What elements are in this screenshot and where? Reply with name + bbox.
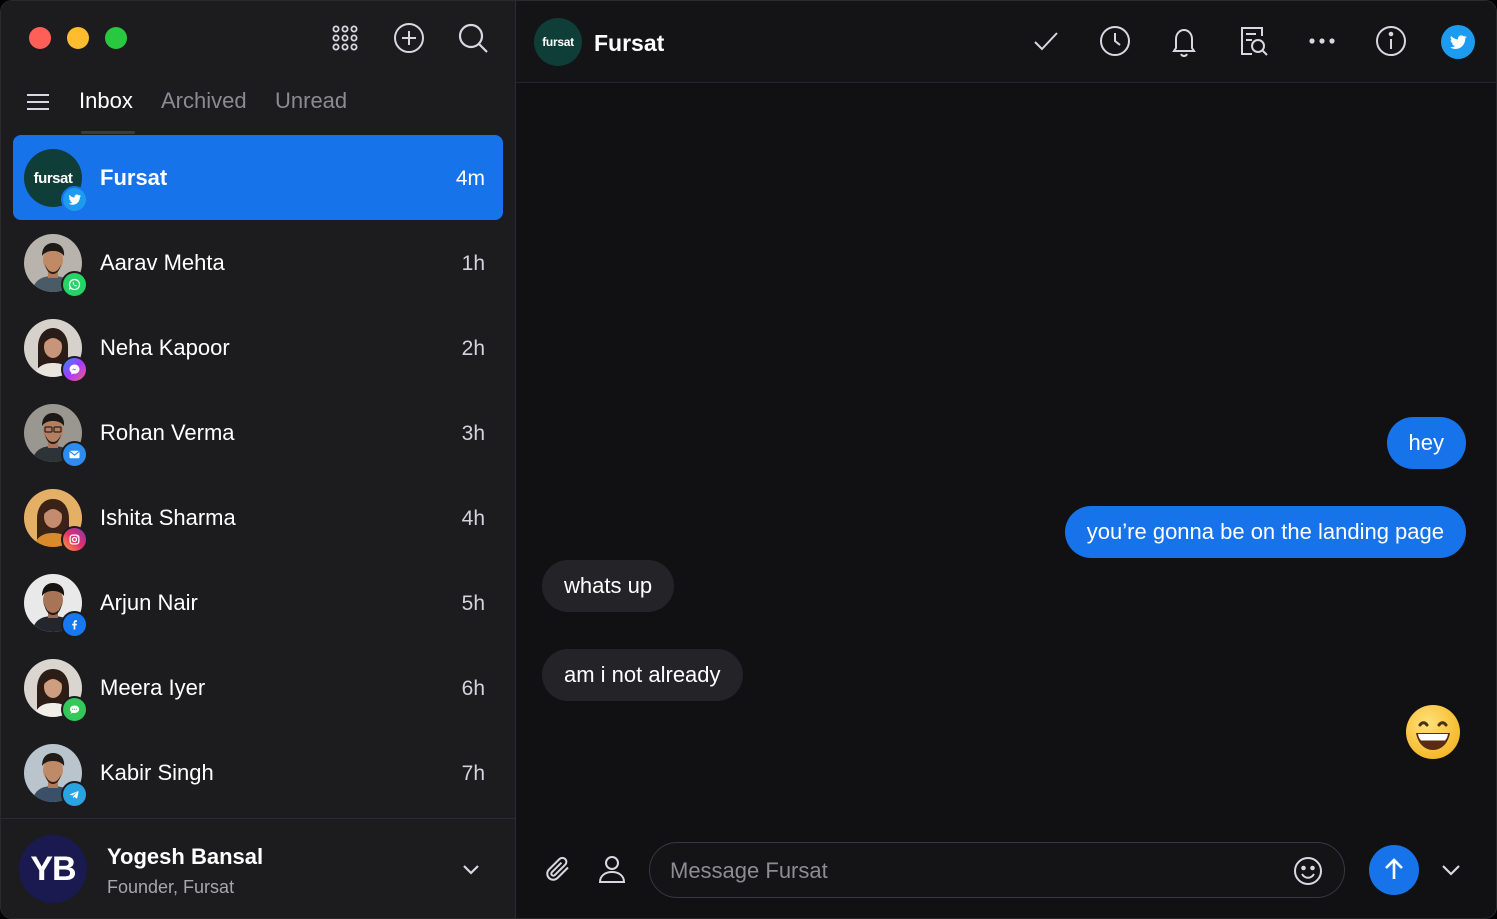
inbox-tabs: Inbox Archived Unread [1,77,515,134]
email-icon [61,441,88,468]
conversation-item-aarav-mehta[interactable]: Aarav Mehta 1h [13,220,503,305]
conversation-item-neha-kapoor[interactable]: Neha Kapoor 2h [13,305,503,390]
conversation-list: fursat Fursat 4m Aarav Mehta 1h Neha Kap… [13,135,503,815]
search-button[interactable] [454,19,492,57]
twitter-channel-button[interactable] [1441,25,1475,59]
sidebar: Inbox Archived Unread fursat Fursat 4m A… [1,1,516,918]
tab-unread[interactable]: Unread [275,87,347,115]
minimize-window-button[interactable] [67,27,89,49]
conversation-time: 2h [461,337,485,360]
conversation-item-kabir-singh[interactable]: Kabir Singh 7h [13,730,503,815]
mark-done-button[interactable] [1026,21,1066,61]
conversation-time: 6h [461,677,485,700]
zoom-window-button[interactable] [105,27,127,49]
message-bubble-incoming: whats up [542,560,675,612]
conversation-time: 4m [455,167,485,190]
message-input-container [649,842,1345,898]
conversation-item-arjun-nair[interactable]: Arjun Nair 5h [13,560,503,645]
conversation-item-ishita-sharma[interactable]: Ishita Sharma 4h [13,475,503,560]
message-composer [516,821,1496,918]
whatsapp-icon [61,271,88,298]
conversation-name: Ishita Sharma [100,505,236,530]
active-tab-indicator [81,131,135,134]
chat-header: fursat Fursat [516,1,1496,83]
smiley-icon [1294,857,1322,885]
profile-name: Yogesh Bansal [107,844,264,869]
more-options-button[interactable] [1302,21,1342,61]
conversation-name: Aarav Mehta [100,250,225,275]
conversation-time: 3h [461,422,485,445]
search-icon [458,23,488,53]
profile-role: Founder, Fursat [107,877,235,897]
arrow-up-icon [1385,858,1403,879]
chat-title: Fursat [594,30,665,56]
checkmark-icon [1034,32,1058,51]
user-profile[interactable]: YB Yogesh Bansal Founder, Fursat [1,818,515,918]
conversation-time: 1h [461,252,485,275]
conversation-item-fursat[interactable]: fursat Fursat 4m [13,135,503,220]
bell-icon [1172,28,1196,58]
avatar: YB [19,835,87,903]
titlebar [1,1,515,73]
message-bubble-incoming: am i not already [542,649,743,701]
clock-icon [1100,26,1130,56]
profile-menu-button[interactable] [459,857,483,881]
hamburger-icon [27,94,49,110]
send-button[interactable] [1369,845,1419,895]
conversation-time: 5h [461,592,485,615]
app-window: Inbox Archived Unread fursat Fursat 4m A… [0,0,1497,919]
grid-icon [332,25,358,51]
chevron-down-icon [463,865,479,875]
conversation-name: Meera Iyer [100,675,206,700]
ellipsis-icon [1309,38,1335,44]
avatar: fursat [534,18,582,66]
close-window-button[interactable] [29,27,51,49]
conversation-name: Arjun Nair [100,590,198,615]
conversation-item-meera-iyer[interactable]: Meera Iyer 6h [13,645,503,730]
notifications-button[interactable] [1164,21,1204,61]
tab-inbox[interactable]: Inbox [79,87,133,115]
messenger-icon [61,356,88,383]
person-icon [598,856,626,883]
conversation-time: 7h [461,762,485,785]
chat-pane: fursat Fursat hey you’re gonna be on the… [516,1,1496,918]
send-options-button[interactable] [1438,857,1464,883]
emoji-picker-button[interactable] [1292,855,1324,887]
conversation-time: 4h [461,507,485,530]
twitter-icon [61,186,88,213]
message-thread: hey you’re gonna be on the landing page … [516,83,1496,823]
info-icon [1376,26,1406,56]
plus-circle-icon [394,23,424,53]
twitter-icon [1450,35,1467,49]
chevron-down-icon [1442,865,1460,876]
menu-button[interactable] [23,87,53,117]
snooze-button[interactable] [1095,21,1135,61]
imessage-icon [61,696,88,723]
conversation-name: Rohan Verma [100,420,235,445]
contact-info-button[interactable] [1371,21,1411,61]
conversation-name: Fursat [100,165,168,190]
facebook-icon [61,611,88,638]
message-bubble-outgoing: you’re gonna be on the landing page [1064,506,1466,558]
apps-grid-button[interactable] [326,19,364,57]
conversation-item-rohan-verma[interactable]: Rohan Verma 3h [13,390,503,475]
new-conversation-button[interactable] [390,19,428,57]
grinning-face-emoji-icon [1406,705,1460,759]
conversation-name: Kabir Singh [100,760,214,785]
search-conversation-button[interactable] [1233,21,1273,61]
conversation-name: Neha Kapoor [100,335,230,360]
share-contact-button[interactable] [594,851,630,887]
tab-archived[interactable]: Archived [161,87,247,115]
document-search-icon [1241,27,1268,56]
message-input[interactable] [670,855,1270,887]
paperclip-icon [546,856,569,881]
instagram-icon [61,526,88,553]
message-bubble-outgoing: hey [1386,417,1466,469]
attach-file-button[interactable] [540,851,576,887]
telegram-icon [61,781,88,808]
